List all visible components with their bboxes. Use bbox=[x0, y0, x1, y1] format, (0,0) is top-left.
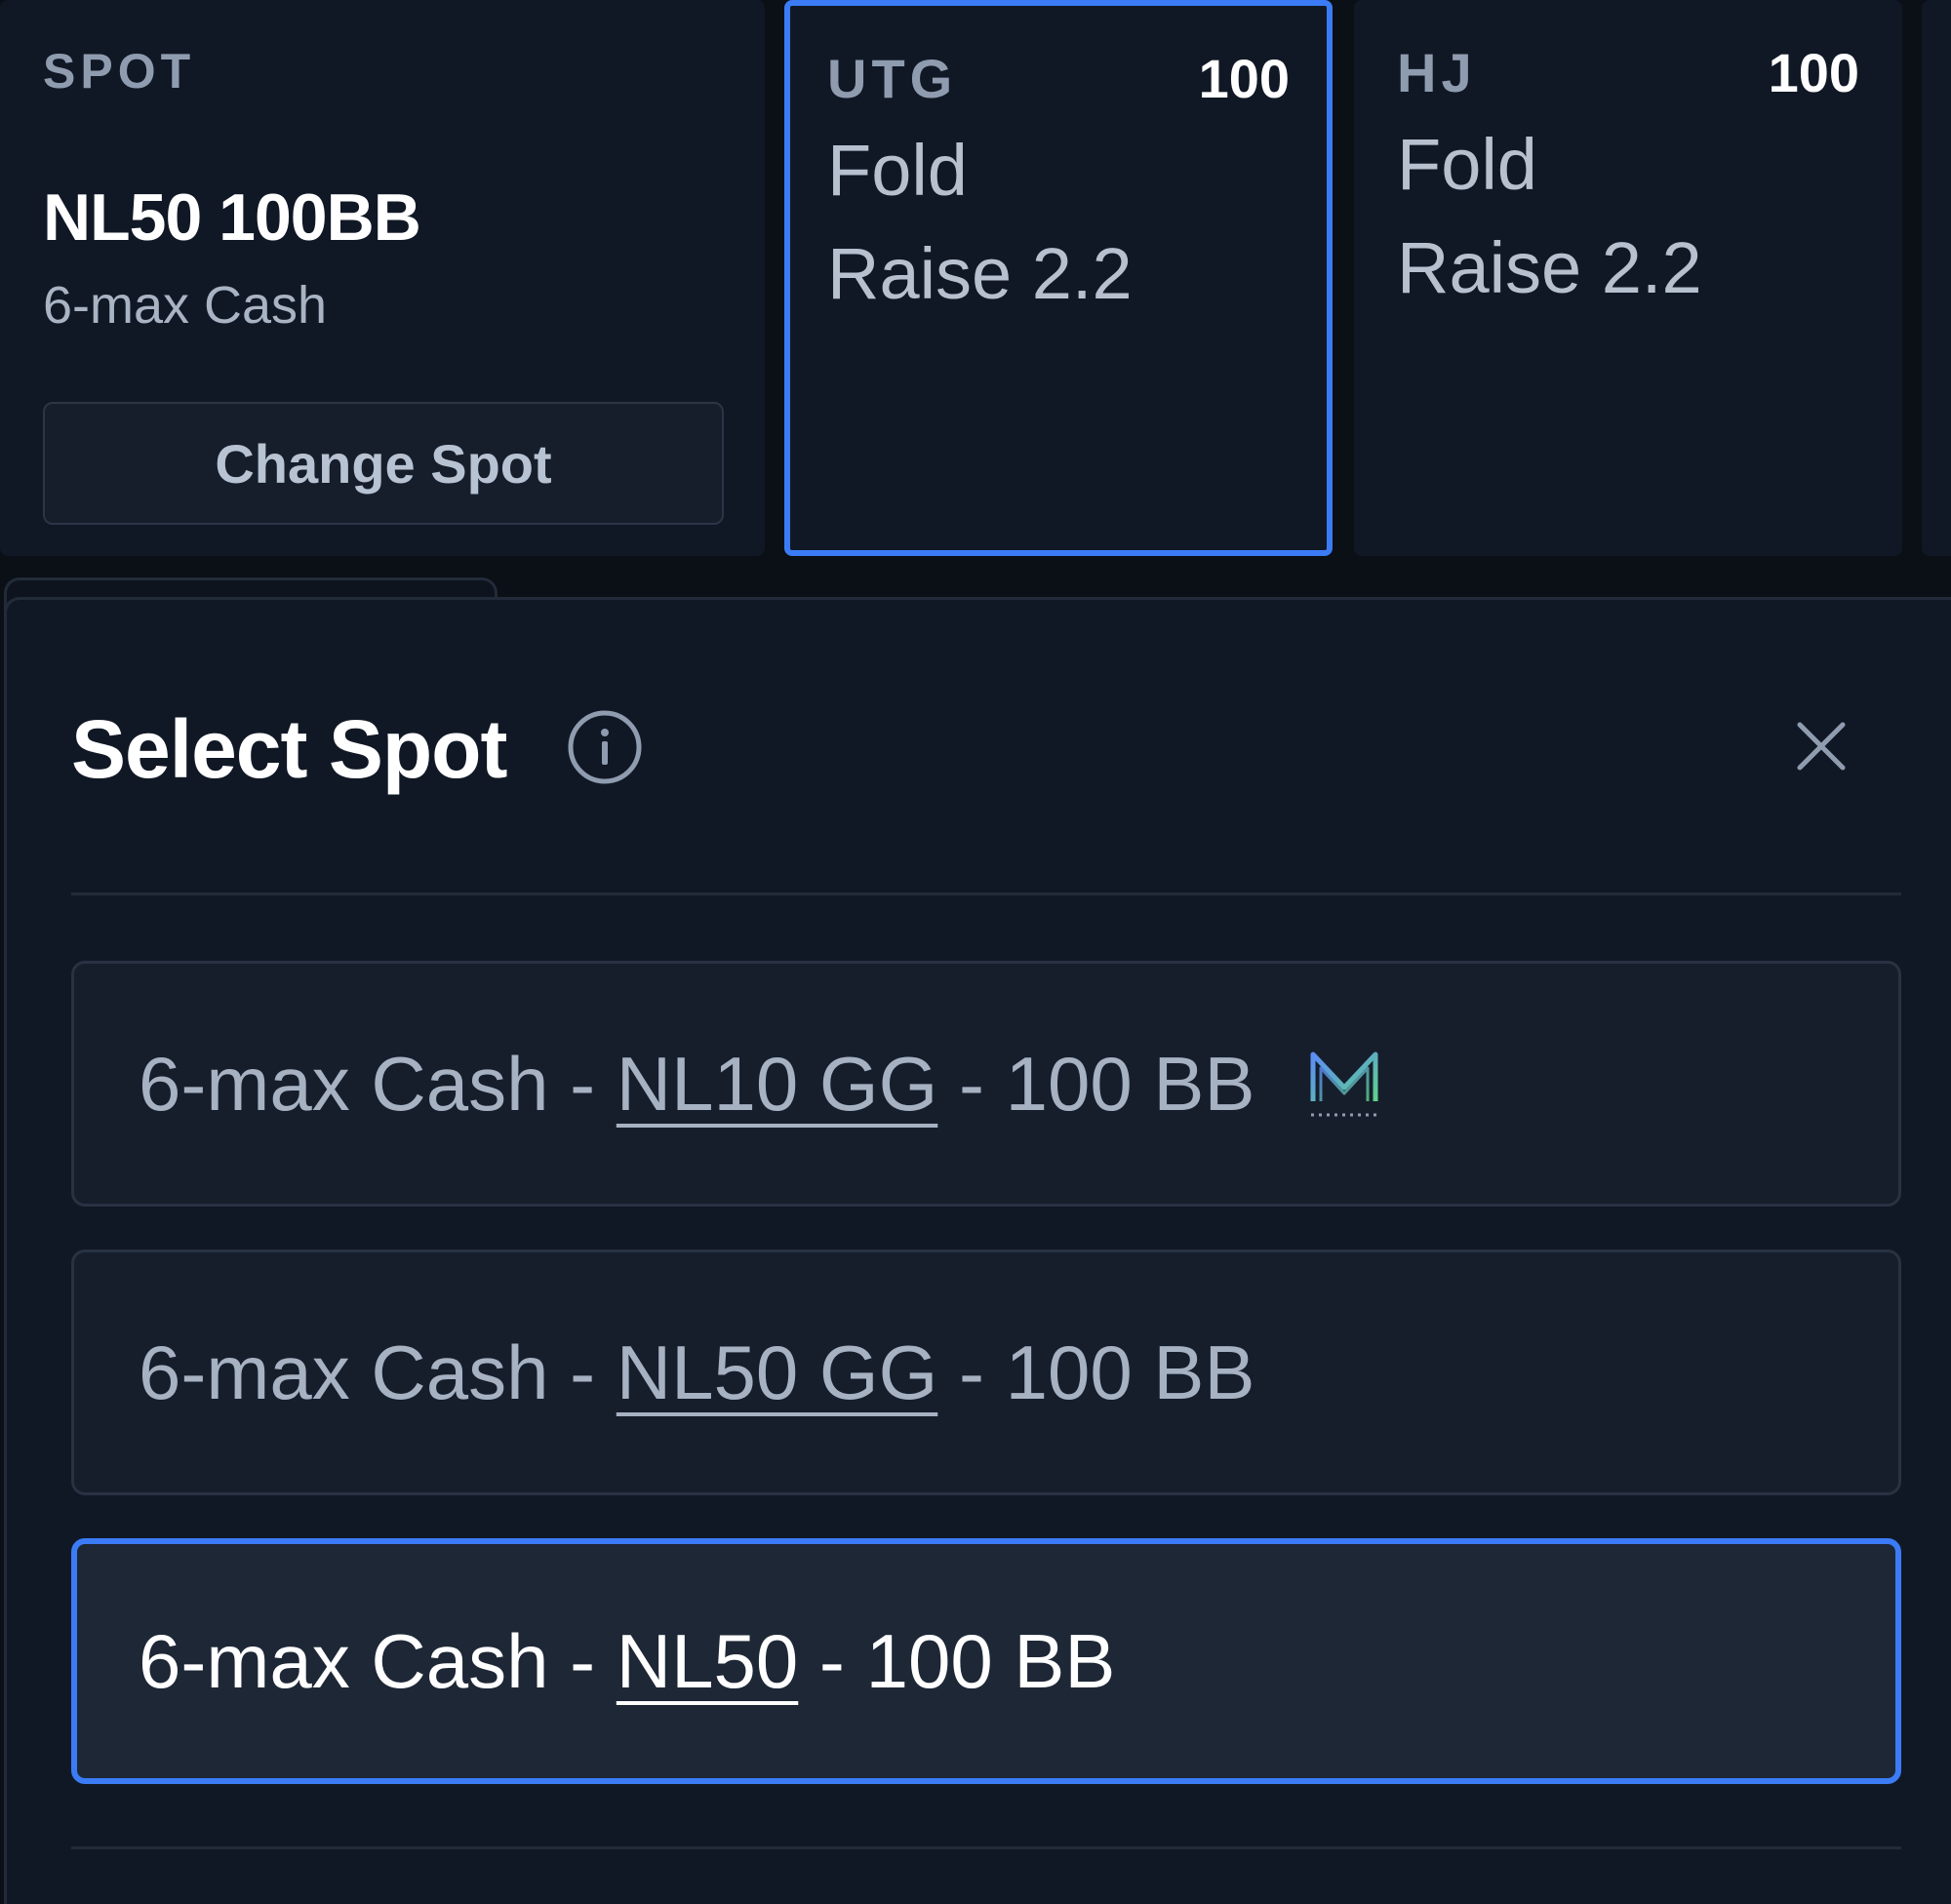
spot-subtitle: 6-max Cash bbox=[43, 276, 328, 335]
option-separator: - bbox=[548, 1617, 617, 1704]
select-spot-modal: Select Spot 6-max Cash - NL10 GG - 100 B… bbox=[4, 597, 1951, 1904]
info-icon[interactable] bbox=[567, 709, 643, 785]
change-spot-button[interactable]: Change Spot bbox=[43, 402, 724, 525]
seat-partial[interactable] bbox=[1922, 0, 1951, 556]
modal-title: Select Spot bbox=[71, 703, 507, 795]
option-separator: - bbox=[937, 1040, 1006, 1127]
spot-option-selected[interactable]: 6-max Cash - NL50 - 100 BB bbox=[71, 1538, 1901, 1784]
spot-panel: SPOT NL50 100BB 6-max Cash Change Spot bbox=[0, 0, 765, 556]
option-separator: - bbox=[548, 1329, 617, 1415]
option-depth: 100 BB bbox=[1005, 1329, 1255, 1415]
option-stake-link[interactable]: NL50 GG bbox=[617, 1329, 937, 1417]
seat-stack: 100 bbox=[1768, 42, 1859, 103]
spot-option[interactable]: 6-max Cash - NL10 GG - 100 BB bbox=[71, 961, 1901, 1207]
divider bbox=[71, 892, 1901, 895]
seat-action-fold[interactable]: Fold bbox=[827, 129, 968, 212]
option-stake-link[interactable]: NL50 bbox=[617, 1617, 798, 1706]
spot-option[interactable]: 6-max Cash - NL50 GG - 100 BB bbox=[71, 1250, 1901, 1495]
spot-name: NL50 100BB bbox=[43, 180, 421, 255]
close-icon bbox=[1797, 722, 1846, 771]
option-depth: 100 BB bbox=[865, 1617, 1116, 1704]
option-depth: 100 BB bbox=[1005, 1040, 1255, 1127]
seat-position: HJ bbox=[1397, 42, 1477, 103]
option-stake-link[interactable]: NL10 GG bbox=[617, 1040, 937, 1129]
seat-position: UTG bbox=[827, 48, 958, 109]
seat-hj[interactable]: HJ 100 Fold Raise 2.2 bbox=[1354, 0, 1902, 556]
option-separator: - bbox=[937, 1329, 1006, 1415]
m-logo-icon bbox=[1310, 1051, 1378, 1117]
spot-heading: SPOT bbox=[43, 44, 196, 99]
option-separator: - bbox=[798, 1617, 866, 1704]
divider bbox=[71, 1846, 1901, 1849]
option-format: 6-max Cash bbox=[139, 1329, 549, 1415]
seat-action-fold[interactable]: Fold bbox=[1397, 123, 1537, 206]
seat-action-raise[interactable]: Raise 2.2 bbox=[827, 232, 1133, 315]
close-button[interactable] bbox=[1782, 707, 1860, 785]
option-format: 6-max Cash bbox=[139, 1040, 549, 1127]
option-separator: - bbox=[548, 1040, 617, 1127]
seat-stack: 100 bbox=[1198, 48, 1290, 109]
seat-action-raise[interactable]: Raise 2.2 bbox=[1397, 226, 1702, 309]
seat-utg[interactable]: UTG 100 Fold Raise 2.2 bbox=[784, 0, 1333, 556]
option-format: 6-max Cash bbox=[139, 1617, 549, 1704]
